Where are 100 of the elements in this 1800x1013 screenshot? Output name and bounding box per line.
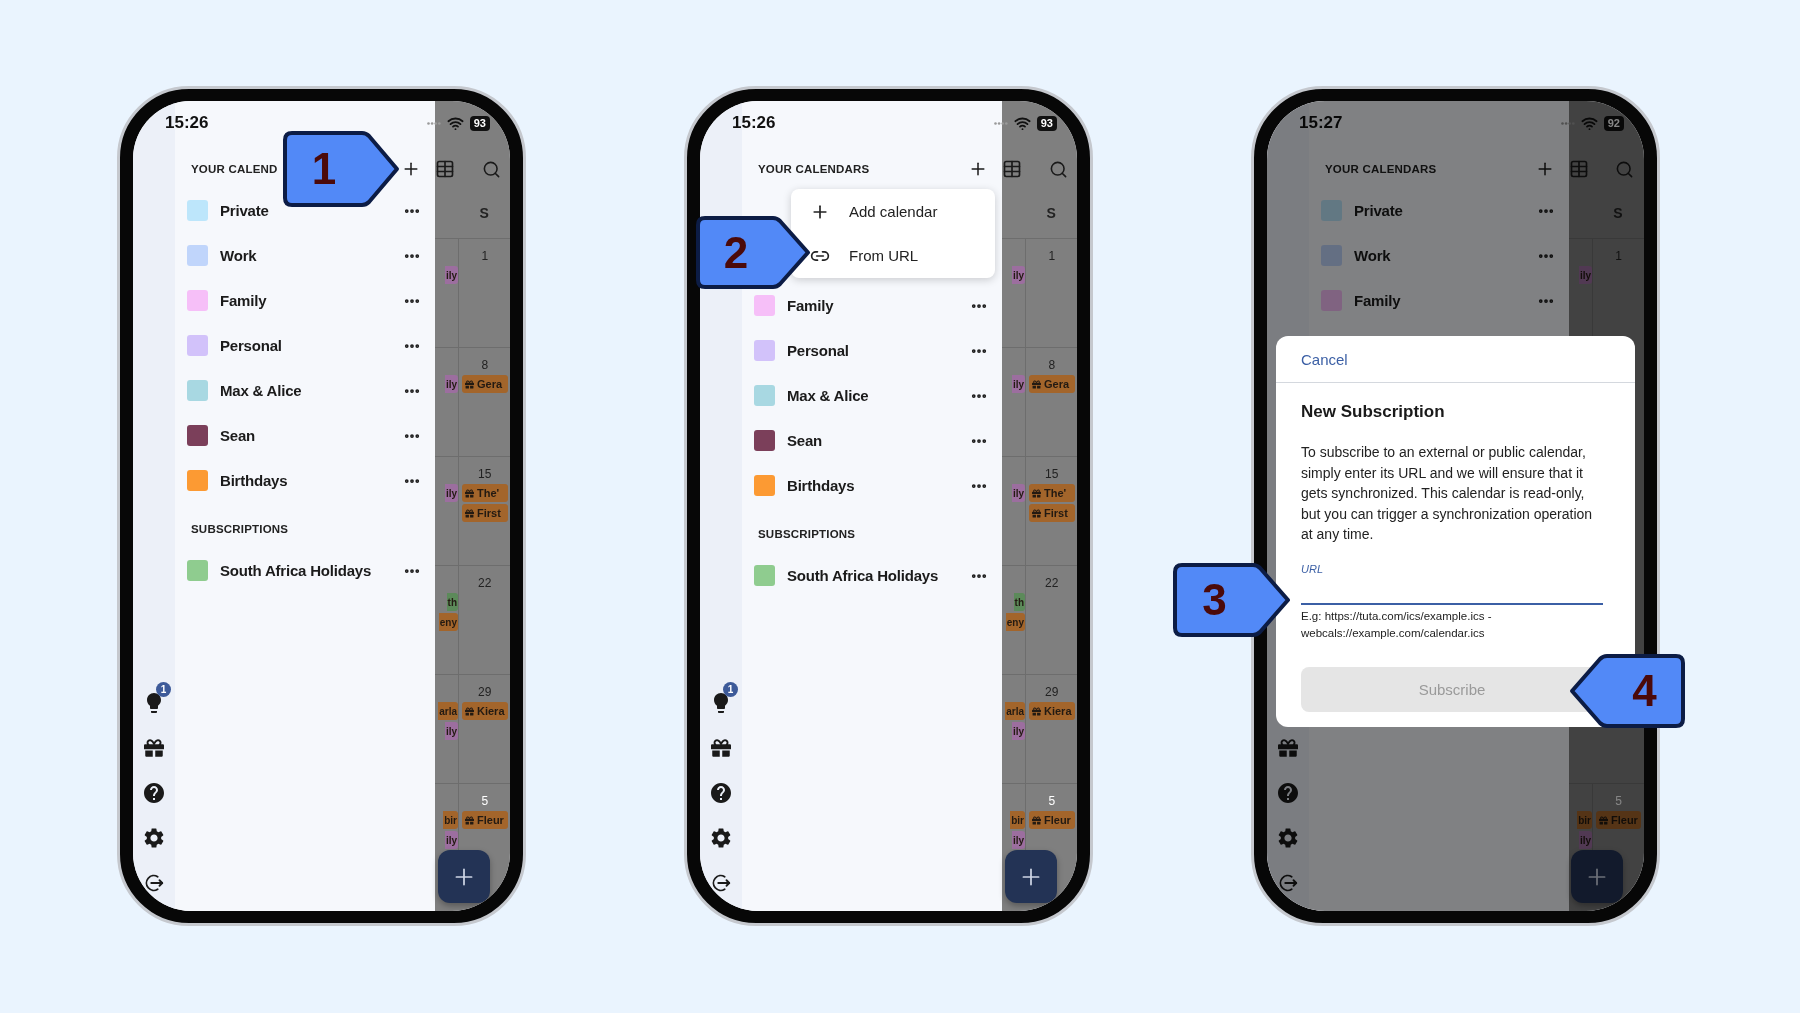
cancel-button[interactable]: Cancel xyxy=(1301,350,1348,368)
day-number: 8 xyxy=(1048,357,1056,373)
day-number: 1 xyxy=(1048,248,1056,264)
search-icon[interactable] xyxy=(1048,159,1068,179)
calendar-name[interactable]: Work xyxy=(1354,247,1391,264)
calendar-name[interactable]: Personal xyxy=(787,342,849,359)
day-number: 8 xyxy=(481,357,489,373)
event-chip[interactable]: First xyxy=(1029,504,1075,522)
weekday-label: S xyxy=(1045,205,1057,223)
status-time: 15:26 xyxy=(165,113,209,133)
calendar-name[interactable]: Max & Alice xyxy=(787,387,869,404)
gift-icon xyxy=(1032,706,1041,716)
new-event-button[interactable] xyxy=(1571,850,1623,903)
event-chip[interactable]: ily xyxy=(1011,266,1025,284)
signal-icon xyxy=(1560,121,1575,125)
gift-icon xyxy=(1032,379,1041,389)
day-number: 29 xyxy=(478,684,492,700)
event-chip[interactable]: Fleur xyxy=(462,811,508,829)
section-title: YOUR CALENDARS xyxy=(758,163,870,175)
new-event-button[interactable] xyxy=(1004,850,1057,903)
gift-icon xyxy=(465,379,474,389)
calendar-name[interactable]: Max & Alice xyxy=(220,382,302,399)
new-event-button[interactable] xyxy=(437,850,490,903)
day-number: 15 xyxy=(478,466,492,482)
gift-icon xyxy=(1599,815,1608,825)
status-time: 15:27 xyxy=(1299,113,1343,133)
section-title: SUBSCRIPTIONS xyxy=(758,528,856,540)
gift-icon xyxy=(1032,815,1041,825)
event-chip[interactable]: ily xyxy=(1011,722,1025,740)
event-chip[interactable]: arla xyxy=(438,702,458,720)
section-title: SUBSCRIPTIONS xyxy=(191,523,289,535)
gift-icon[interactable] xyxy=(144,737,164,758)
event-chip[interactable]: ily xyxy=(444,266,458,284)
calendar-name[interactable]: Sean xyxy=(220,427,256,444)
event-chip[interactable]: ily xyxy=(1011,375,1025,393)
weekday-label: S xyxy=(478,205,490,223)
calendar-name[interactable]: Sean xyxy=(787,432,823,449)
gift-icon[interactable] xyxy=(711,737,731,758)
event-chip[interactable]: ily xyxy=(444,375,458,393)
event-chip[interactable]: bir xyxy=(1010,811,1025,829)
event-chip[interactable]: th xyxy=(1013,593,1025,611)
day-number: 5 xyxy=(1615,793,1622,809)
calendar-name[interactable]: Birthdays xyxy=(220,472,288,489)
event-chip[interactable]: Gera xyxy=(462,375,508,393)
event-chip[interactable]: eny xyxy=(438,613,458,631)
event-chip[interactable]: th xyxy=(446,593,458,611)
event-chip[interactable]: ily xyxy=(444,484,458,502)
calendar-name[interactable]: Family xyxy=(220,292,267,309)
calendar-name[interactable]: Private xyxy=(1354,202,1403,219)
calendar-name[interactable]: Personal xyxy=(220,337,282,354)
day-number: 22 xyxy=(478,575,492,591)
event-chip[interactable]: ily xyxy=(444,722,458,740)
calendar-name[interactable]: Work xyxy=(220,247,257,264)
status-time: 15:26 xyxy=(732,113,776,133)
calendar-name[interactable]: Family xyxy=(787,297,834,314)
help-icon[interactable] xyxy=(709,780,733,805)
settings-icon[interactable] xyxy=(709,825,733,850)
signal-icon xyxy=(426,121,441,125)
gift-icon xyxy=(1032,488,1041,498)
dialog-title: New Subscription xyxy=(1301,402,1446,422)
event-chip[interactable]: The' xyxy=(462,484,508,502)
day-number: 1 xyxy=(481,248,489,264)
event-chip[interactable]: Gera xyxy=(1029,375,1075,393)
event-chip[interactable]: arla xyxy=(1005,702,1025,720)
field-hint: E.g: https://tuta.com/ics/example.ics - webcals://example.com/calendar.ics xyxy=(1301,608,1493,641)
event-chip[interactable]: The' xyxy=(1029,484,1075,502)
section-title: YOUR CALENDARS xyxy=(1325,163,1437,175)
event-chip[interactable]: First xyxy=(462,504,508,522)
grid-icon[interactable] xyxy=(435,159,455,179)
gift-icon xyxy=(465,488,474,498)
notification-badge: 1 xyxy=(156,682,171,697)
day-number: 5 xyxy=(1048,793,1056,809)
calendar-name[interactable]: Birthdays xyxy=(787,477,855,494)
day-number: 29 xyxy=(1045,684,1059,700)
event-chip[interactable]: ily xyxy=(1011,484,1025,502)
gift-icon xyxy=(465,815,474,825)
help-icon[interactable] xyxy=(142,780,166,805)
url-field[interactable]: URL xyxy=(1301,561,1603,605)
calendar-name[interactable]: South Africa Holidays xyxy=(787,567,939,584)
calendar-name[interactable]: Private xyxy=(220,202,269,219)
gift-icon xyxy=(465,508,474,518)
signal-icon xyxy=(993,121,1008,125)
section-title: YOUR CALEND xyxy=(191,163,278,175)
search-icon[interactable] xyxy=(481,159,501,179)
event-chip[interactable]: bir xyxy=(443,811,458,829)
event-chip[interactable]: ily xyxy=(444,831,458,849)
calendar-name[interactable]: South Africa Holidays xyxy=(220,562,372,579)
notification-badge: 1 xyxy=(723,682,738,697)
dialog-text: To subscribe to an external or public calendar, simply enter its URL and we will ensure that it gets synchronized. This calendar is read-only, but you can trigger a synchronization operation at any time. xyxy=(1301,443,1594,544)
event-chip[interactable]: eny xyxy=(1005,613,1025,631)
event-chip[interactable]: Fleur xyxy=(1029,811,1075,829)
event-chip[interactable]: Kiera xyxy=(462,702,508,720)
grid-icon[interactable] xyxy=(1002,159,1022,179)
calendar-name[interactable]: Family xyxy=(1354,292,1401,309)
event-chip[interactable]: ily xyxy=(1011,831,1025,849)
gift-icon xyxy=(1032,508,1041,518)
day-number: 5 xyxy=(481,793,489,809)
settings-icon[interactable] xyxy=(142,825,166,850)
event-chip[interactable]: Kiera xyxy=(1029,702,1075,720)
gift-icon xyxy=(465,706,474,716)
